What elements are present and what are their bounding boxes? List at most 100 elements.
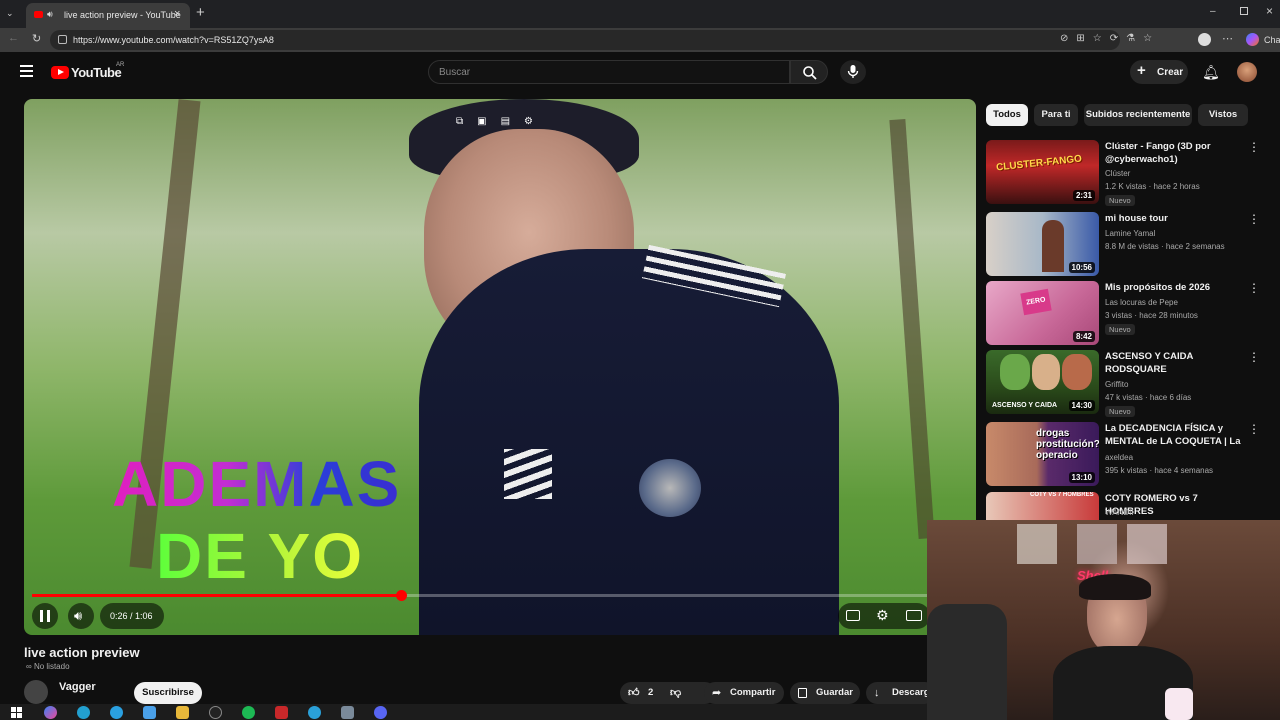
channel-name[interactable]: Lamine Yamal — [1105, 229, 1155, 238]
video-title[interactable]: ASCENSO Y CAIDA RODSQUARE — [1105, 350, 1243, 376]
recommended-video[interactable]: CLUSTER-FANGO 2:31 Clúster - Fango (3D p… — [986, 140, 1278, 206]
tab-close-icon[interactable]: × — [174, 8, 180, 20]
wall-poster — [1017, 524, 1057, 564]
copilot-label[interactable]: Cha — [1264, 35, 1280, 45]
back-icon[interactable]: ← — [8, 32, 19, 44]
download-label: Descarg — [892, 687, 930, 698]
voice-search-button[interactable] — [840, 60, 866, 84]
subtitles-icon[interactable] — [846, 610, 860, 621]
recommended-video[interactable]: COTY VS 7 HOMBRES COTY ROMERO vs 7 HOMBR… — [986, 492, 1278, 520]
menu-hamburger-icon[interactable] — [20, 65, 33, 77]
url-text: https://www.youtube.com/watch?v=RS51ZQ7y… — [73, 35, 274, 45]
pause-button[interactable] — [32, 603, 58, 629]
new-tab-icon[interactable]: + — [196, 4, 205, 21]
channel-name[interactable]: Griffito — [1105, 380, 1128, 389]
tab-list-chevron-icon[interactable]: ⌄ — [6, 8, 14, 19]
youtube-logo-icon[interactable] — [51, 66, 69, 79]
video-thumbnail[interactable]: COTY VS 7 HOMBRES — [986, 492, 1099, 520]
notifications-bell-icon[interactable]: 🔔︎ — [1202, 64, 1220, 81]
url-field[interactable]: https://www.youtube.com/watch?v=RS51ZQ7y… — [50, 30, 1120, 50]
save-button[interactable]: Guardar — [790, 682, 860, 704]
speaker-icon[interactable]: 🔊︎ — [47, 9, 53, 20]
search-input[interactable]: Buscar — [428, 60, 790, 84]
recommended-video[interactable]: ASCENSO Y CAIDA 14:30 ASCENSO Y CAIDA RO… — [986, 350, 1278, 417]
miniplayer-icon[interactable] — [906, 610, 922, 621]
site-info-icon[interactable] — [58, 35, 67, 44]
video-title[interactable]: mi house tour — [1105, 212, 1243, 225]
download-icon: ↓ — [874, 687, 880, 699]
video-thumbnail[interactable]: ASCENSO Y CAIDA 14:30 — [986, 350, 1099, 414]
file-explorer-icon[interactable] — [176, 706, 189, 719]
window-close-icon[interactable]: × — [1266, 4, 1273, 18]
telegram-icon[interactable] — [308, 706, 321, 719]
create-label: Crear — [1157, 67, 1184, 78]
channel-name-main[interactable]: Vagger — [59, 681, 96, 693]
download-button[interactable]: ↓ Descarg — [866, 682, 936, 704]
video-thumbnail[interactable]: CLUSTER-FANGO 2:31 — [986, 140, 1099, 204]
wall-poster — [1077, 524, 1117, 564]
progress-scrubber-handle[interactable] — [395, 590, 407, 601]
video-thumbnail[interactable]: 10:56 — [986, 212, 1099, 276]
video-title[interactable]: Clúster - Fango (3D por @cyberwacho1) — [1105, 140, 1243, 166]
app-icon-gray[interactable] — [341, 706, 354, 719]
spotify-icon[interactable] — [242, 706, 255, 719]
channel-name[interactable]: Las locuras de Pepe — [1105, 298, 1178, 307]
recommended-video[interactable]: 10:56 mi house tour Lamine Yamal 8.8 M d… — [986, 212, 1278, 276]
more-options-icon[interactable]: ⋮ — [1248, 140, 1260, 154]
edge-taskbar-icon-active[interactable] — [110, 706, 123, 719]
channel-avatar[interactable] — [24, 680, 48, 704]
more-options-icon[interactable]: ⋮ — [1248, 212, 1260, 226]
app-icon-red[interactable] — [275, 706, 288, 719]
video-thumbnail[interactable]: ZERO 8:42 — [986, 281, 1099, 345]
video-title[interactable]: Mis propósitos de 2026 — [1105, 281, 1243, 294]
like-icon[interactable]: 👍︎ — [628, 682, 640, 704]
browser-extension-icons[interactable]: ⊘⊞☆⟳⚗☆ — [1060, 33, 1160, 44]
more-options-icon[interactable]: ⋮ — [1248, 350, 1260, 364]
chair — [927, 604, 1007, 720]
link-icon: ∞ — [26, 662, 34, 671]
channel-name[interactable]: Clúster — [1105, 169, 1130, 178]
browser-tab[interactable]: 🔊︎ live action preview - YouTube × — [26, 3, 190, 28]
copilot-icon[interactable] — [1246, 33, 1259, 46]
store-taskbar-icon[interactable] — [143, 706, 156, 719]
more-options-icon[interactable]: ⋮ — [1248, 281, 1260, 295]
recommended-video[interactable]: drogas prostitución? operacio 13:10 La D… — [986, 422, 1278, 486]
youtube-logo-text[interactable]: YouTube — [71, 65, 122, 80]
save-icon — [798, 688, 807, 698]
copilot-taskbar-icon[interactable] — [44, 706, 57, 719]
video-player[interactable]: ⧉▣▤⚙ ADEMAS DE YO — [24, 99, 976, 635]
duration-badge: 10:56 — [1068, 262, 1095, 273]
thumbnail-text: ASCENSO Y CAIDA — [992, 402, 1058, 409]
windows-start-icon[interactable] — [10, 706, 23, 719]
progress-bar-fill — [32, 594, 401, 597]
chip-subidos-recientemente[interactable]: Subidos recientemente — [1084, 104, 1192, 126]
minimize-icon[interactable]: – — [1210, 6, 1216, 17]
chip-todos[interactable]: Todos — [986, 104, 1028, 126]
channel-name[interactable]: axeldea — [1105, 453, 1133, 462]
overlay-tool-icons[interactable]: ⧉▣▤⚙ — [456, 116, 546, 130]
account-avatar[interactable] — [1237, 62, 1257, 82]
recommended-video[interactable]: ZERO 8:42 Mis propósitos de 2026 Las loc… — [986, 281, 1278, 345]
share-button[interactable]: ➦ Compartir — [704, 682, 784, 704]
profile-avatar-icon[interactable] — [1198, 33, 1211, 46]
dislike-icon[interactable]: 👎︎ — [670, 682, 681, 704]
chip-vistos[interactable]: Vistos — [1198, 104, 1248, 126]
thumbnail-text: CLUSTER-FANGO — [995, 153, 1083, 174]
more-options-icon[interactable]: ⋮ — [1248, 422, 1260, 436]
browser-menu-icon[interactable]: ⋯ — [1222, 32, 1233, 45]
chip-para-ti[interactable]: Para ti — [1034, 104, 1078, 126]
subscribe-button[interactable]: Suscribirse — [134, 682, 202, 704]
video-title[interactable]: La DECADENCIA FÍSICA y MENTAL de LA COQU… — [1105, 422, 1243, 448]
volume-button[interactable]: 🔊︎ — [68, 603, 94, 629]
channel-name[interactable]: WANDII — [1105, 508, 1134, 517]
reload-icon[interactable]: ↻ — [32, 32, 41, 45]
create-button[interactable]: + Crear — [1130, 60, 1188, 84]
maximize-icon[interactable] — [1240, 7, 1248, 15]
edge-taskbar-icon[interactable] — [77, 706, 90, 719]
video-thumbnail[interactable]: drogas prostitución? operacio 13:10 — [986, 422, 1099, 486]
search-button[interactable] — [790, 60, 828, 84]
settings-gear-icon[interactable]: ⚙ — [876, 607, 889, 624]
progress-bar[interactable] — [32, 590, 970, 601]
obs-icon[interactable] — [209, 706, 222, 719]
discord-icon[interactable] — [374, 706, 387, 719]
